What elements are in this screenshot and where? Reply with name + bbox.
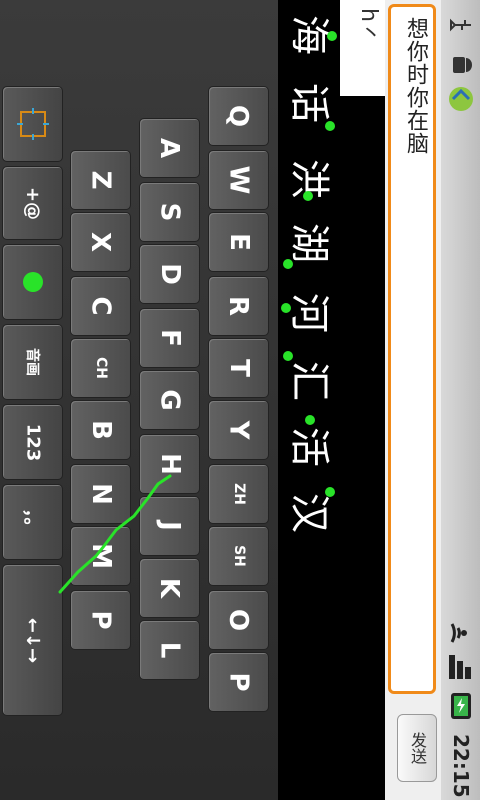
sync-icon xyxy=(445,84,477,114)
status-bar: 22:15 xyxy=(441,0,480,800)
key-d[interactable]: D xyxy=(139,244,200,304)
candidate-item[interactable]: 海 xyxy=(278,4,340,66)
candidate-item[interactable]: 湖 xyxy=(278,212,340,274)
key-a[interactable]: A xyxy=(139,118,200,178)
key-numbers[interactable]: 123 xyxy=(2,404,63,480)
key-sh[interactable]: SH xyxy=(208,526,269,586)
send-label: 发送 xyxy=(408,732,427,764)
candidate-item[interactable]: 河 xyxy=(278,282,340,344)
key-k[interactable]: K xyxy=(139,558,200,618)
key-w[interactable]: W xyxy=(208,150,269,210)
pinyin-text: h丶 xyxy=(356,8,381,44)
message-text: 想你时你在脑 xyxy=(403,17,428,155)
key-r[interactable]: R xyxy=(208,276,269,336)
key-symbols[interactable]: +@ xyxy=(2,166,63,240)
key-y[interactable]: Y xyxy=(208,400,269,460)
battery-charging-icon xyxy=(445,690,477,720)
key-l[interactable]: L xyxy=(139,620,200,680)
key-c[interactable]: C xyxy=(70,276,131,336)
key-q[interactable]: Q xyxy=(208,86,269,146)
key-e[interactable]: E xyxy=(208,212,269,272)
key-o[interactable]: O xyxy=(208,590,269,650)
pinyin-bar: h丶 xyxy=(340,0,385,96)
send-button[interactable]: 发送 xyxy=(397,714,437,782)
key-m[interactable]: M xyxy=(70,526,131,586)
key-j[interactable]: J xyxy=(139,496,200,556)
key-media[interactable]: 音画 xyxy=(2,324,63,400)
key-b[interactable]: B xyxy=(70,400,131,460)
candidate-item[interactable]: 活 xyxy=(278,416,340,478)
usb-icon xyxy=(445,10,477,40)
keyboard-settings-button[interactable] xyxy=(2,86,63,162)
key-cursor-arrows[interactable]: ←↓→ xyxy=(2,564,63,716)
voice-dot-icon xyxy=(22,272,43,292)
wifi-icon xyxy=(445,618,477,648)
key-n[interactable]: N xyxy=(70,464,131,524)
message-input[interactable]: 想你时你在脑 xyxy=(388,4,436,694)
key-punctuation[interactable]: ，。 xyxy=(2,484,63,560)
signal-icon xyxy=(445,652,477,682)
key-p[interactable]: P xyxy=(208,652,269,712)
key-g[interactable]: G xyxy=(139,370,200,430)
key-z[interactable]: Z xyxy=(70,150,131,210)
key-zh[interactable]: ZH xyxy=(208,464,269,524)
candidate-item[interactable]: 话 xyxy=(278,72,340,134)
key-ch[interactable]: CH xyxy=(70,338,131,398)
candidate-item[interactable]: 汉 xyxy=(278,482,340,544)
candidate-item[interactable]: 洪 xyxy=(278,148,340,210)
status-time: 22:15 xyxy=(449,734,473,798)
key-x[interactable]: X xyxy=(70,212,131,272)
select-icon xyxy=(16,108,49,140)
soft-keyboard: Q W E R T Y ZH SH O P A S D F G H J K L … xyxy=(0,0,278,800)
key-f[interactable]: F xyxy=(139,308,200,368)
key-p-secondary[interactable]: P xyxy=(70,590,131,650)
key-h[interactable]: H xyxy=(139,434,200,494)
candidate-item[interactable]: 汇 xyxy=(278,350,340,412)
key-mic[interactable] xyxy=(2,244,63,320)
key-s[interactable]: S xyxy=(139,182,200,242)
android-debug-icon xyxy=(445,50,477,80)
key-t[interactable]: T xyxy=(208,338,269,398)
